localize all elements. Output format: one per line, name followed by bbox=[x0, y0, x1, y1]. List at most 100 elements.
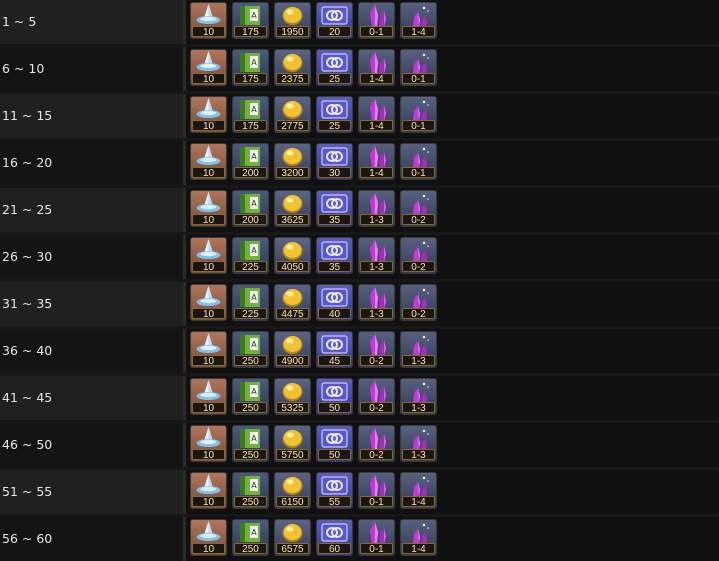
reward-item[interactable]: 25 bbox=[316, 49, 353, 86]
portal-ticket-icon bbox=[317, 285, 352, 310]
reward-item[interactable]: 6575 bbox=[274, 519, 311, 556]
reward-item[interactable]: A 175 bbox=[232, 96, 269, 133]
reward-item[interactable]: 0-1 bbox=[358, 472, 395, 509]
reward-item[interactable]: 55 bbox=[316, 472, 353, 509]
pink-crystal-small-icon bbox=[401, 473, 436, 498]
portal-ticket-icon bbox=[317, 379, 352, 404]
reward-item[interactable]: 4050 bbox=[274, 237, 311, 274]
reward-item[interactable]: 35 bbox=[316, 190, 353, 227]
reward-item[interactable]: A 250 bbox=[232, 472, 269, 509]
reward-quantity: 10 bbox=[192, 496, 225, 508]
reward-item[interactable]: 0-1 bbox=[358, 519, 395, 556]
reward-item[interactable]: 10 bbox=[190, 378, 227, 415]
reward-quantity: 1-4 bbox=[360, 73, 393, 85]
reward-item[interactable]: A 200 bbox=[232, 143, 269, 180]
reward-item[interactable]: 10 bbox=[190, 284, 227, 321]
level-range-label: 6 ~ 10 bbox=[2, 61, 45, 76]
reward-item[interactable]: 25 bbox=[316, 96, 353, 133]
reward-item[interactable]: 1-4 bbox=[400, 519, 437, 556]
reward-item[interactable]: 1-3 bbox=[400, 425, 437, 462]
reward-item[interactable]: 1-3 bbox=[400, 378, 437, 415]
reward-list: 10 A 225 4475 40 1-3 0-2 bbox=[183, 282, 719, 326]
reward-item[interactable]: 60 bbox=[316, 519, 353, 556]
level-range-label: 56 ~ 60 bbox=[2, 531, 53, 546]
reward-item[interactable]: 4475 bbox=[274, 284, 311, 321]
reward-item[interactable]: 1-3 bbox=[358, 237, 395, 274]
reward-list: 10 A 175 2375 25 1-4 0-1 bbox=[183, 47, 719, 91]
reward-item[interactable]: 1-3 bbox=[400, 331, 437, 368]
reward-item[interactable]: 10 bbox=[190, 425, 227, 462]
reward-item[interactable]: 1950 bbox=[274, 2, 311, 39]
reward-item[interactable]: 10 bbox=[190, 472, 227, 509]
reward-item[interactable]: 1-4 bbox=[358, 96, 395, 133]
reward-item[interactable]: A 250 bbox=[232, 425, 269, 462]
pink-crystal-small-icon bbox=[401, 191, 436, 216]
pink-crystal-small-icon bbox=[401, 144, 436, 169]
portal-ticket-icon bbox=[317, 97, 352, 122]
reward-item[interactable]: 0-2 bbox=[358, 331, 395, 368]
reward-item[interactable]: 2375 bbox=[274, 49, 311, 86]
reward-item[interactable]: 0-2 bbox=[400, 190, 437, 227]
reward-quantity: 1-3 bbox=[402, 449, 435, 461]
reward-quantity: 250 bbox=[234, 355, 267, 367]
reward-item[interactable]: A 175 bbox=[232, 49, 269, 86]
reward-item[interactable]: 0-1 bbox=[400, 49, 437, 86]
reward-item[interactable]: A 200 bbox=[232, 190, 269, 227]
reward-item[interactable]: 0-1 bbox=[358, 2, 395, 39]
reward-item[interactable]: 0-2 bbox=[358, 378, 395, 415]
reward-item[interactable]: 1-4 bbox=[358, 143, 395, 180]
crystal-shard-icon bbox=[191, 144, 226, 169]
table-row: 41 ~ 45 10 A 250 5325 50 0-2 1-3 bbox=[0, 376, 719, 420]
reward-quantity: 225 bbox=[234, 261, 267, 273]
reward-item[interactable]: 3200 bbox=[274, 143, 311, 180]
reward-item[interactable]: 1-3 bbox=[358, 190, 395, 227]
crystal-shard-icon bbox=[191, 191, 226, 216]
reward-quantity: 1-3 bbox=[360, 261, 393, 273]
reward-item[interactable]: 0-2 bbox=[358, 425, 395, 462]
reward-item[interactable]: 10 bbox=[190, 519, 227, 556]
svg-text:A: A bbox=[251, 434, 257, 443]
reward-item[interactable]: A 250 bbox=[232, 331, 269, 368]
reward-item[interactable]: 10 bbox=[190, 331, 227, 368]
reward-item[interactable]: 1-3 bbox=[358, 284, 395, 321]
reward-item[interactable]: 10 bbox=[190, 143, 227, 180]
reward-item[interactable]: 20 bbox=[316, 2, 353, 39]
reward-item[interactable]: 40 bbox=[316, 284, 353, 321]
reward-item[interactable]: 0-1 bbox=[400, 143, 437, 180]
portal-ticket-icon bbox=[317, 473, 352, 498]
reward-item[interactable]: 10 bbox=[190, 49, 227, 86]
table-row: 11 ~ 15 10 A 175 2775 25 1-4 0-1 bbox=[0, 94, 719, 138]
reward-item[interactable]: A 225 bbox=[232, 237, 269, 274]
reward-item[interactable]: 10 bbox=[190, 190, 227, 227]
reward-item[interactable]: 45 bbox=[316, 331, 353, 368]
reward-item[interactable]: 10 bbox=[190, 96, 227, 133]
reward-item[interactable]: 10 bbox=[190, 2, 227, 39]
reward-quantity: 50 bbox=[318, 449, 351, 461]
reward-item[interactable]: A 225 bbox=[232, 284, 269, 321]
reward-item[interactable]: 5325 bbox=[274, 378, 311, 415]
reward-item[interactable]: A 250 bbox=[232, 378, 269, 415]
reward-item[interactable]: 50 bbox=[316, 425, 353, 462]
reward-item[interactable]: 1-4 bbox=[400, 2, 437, 39]
reward-item[interactable]: 3625 bbox=[274, 190, 311, 227]
reward-quantity: 0-2 bbox=[360, 402, 393, 414]
reward-item[interactable]: 4900 bbox=[274, 331, 311, 368]
reward-item[interactable]: A 250 bbox=[232, 519, 269, 556]
reward-item[interactable]: 50 bbox=[316, 378, 353, 415]
reward-quantity: 200 bbox=[234, 167, 267, 179]
reward-item[interactable]: 0-1 bbox=[400, 96, 437, 133]
pink-crystal-small-icon bbox=[401, 50, 436, 75]
reward-item[interactable]: A 175 bbox=[232, 2, 269, 39]
reward-item[interactable]: 35 bbox=[316, 237, 353, 274]
reward-item[interactable]: 0-2 bbox=[400, 237, 437, 274]
reward-quantity: 35 bbox=[318, 214, 351, 226]
reward-item[interactable]: 10 bbox=[190, 237, 227, 274]
reward-item[interactable]: 5750 bbox=[274, 425, 311, 462]
reward-item[interactable]: 0-2 bbox=[400, 284, 437, 321]
reward-item[interactable]: 6150 bbox=[274, 472, 311, 509]
reward-item[interactable]: 2775 bbox=[274, 96, 311, 133]
reward-quantity: 45 bbox=[318, 355, 351, 367]
reward-item[interactable]: 1-4 bbox=[400, 472, 437, 509]
reward-item[interactable]: 1-4 bbox=[358, 49, 395, 86]
reward-item[interactable]: 30 bbox=[316, 143, 353, 180]
